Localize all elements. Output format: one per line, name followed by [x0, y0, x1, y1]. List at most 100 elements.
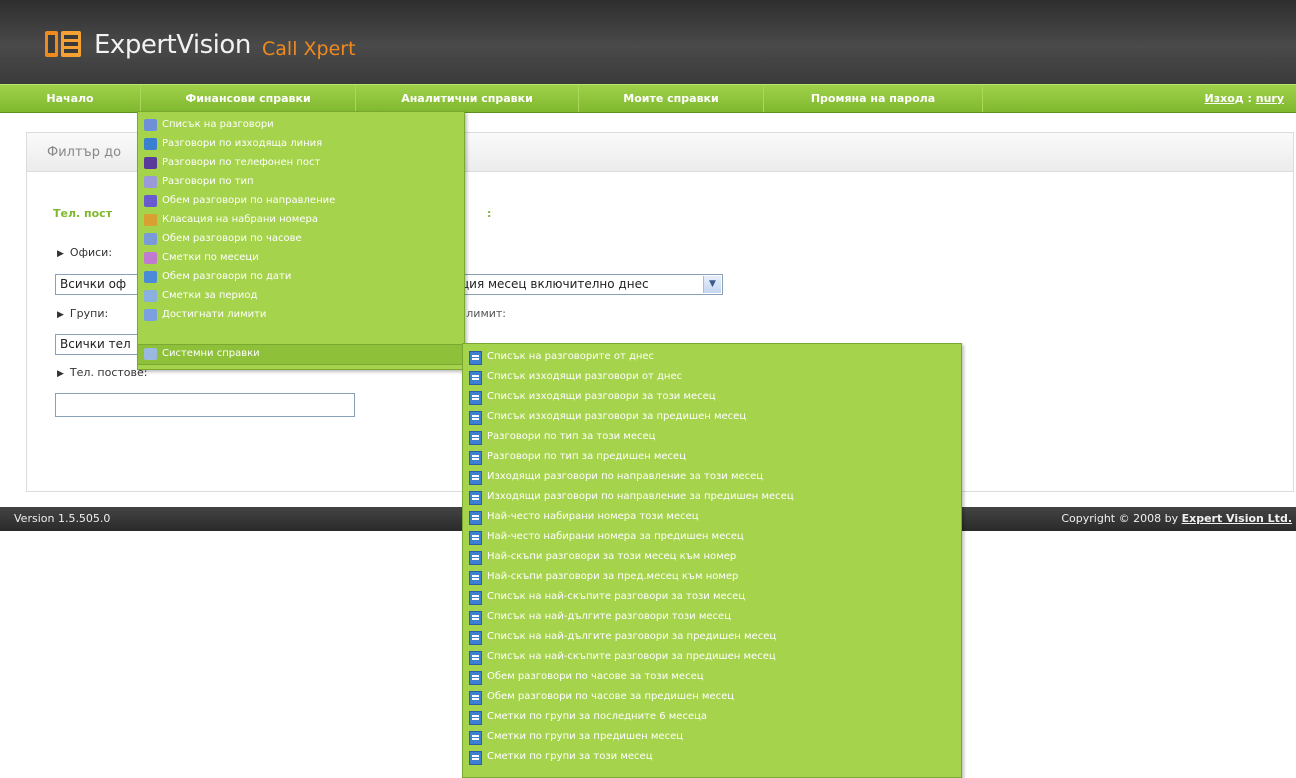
nav-my-reports[interactable]: Моите справки: [579, 85, 764, 112]
menu-item-by-type[interactable]: Разговори по тип: [138, 173, 464, 192]
menu-item-outgoing-line[interactable]: Разговори по изходяща линия: [138, 135, 464, 154]
submenu-item-label: Разговори по тип за този месец: [487, 431, 656, 442]
report-icon: [469, 751, 482, 765]
offices-label-text: Офиси:: [69, 246, 113, 259]
submenu-item[interactable]: Списък на най-дългите разговори за преди…: [463, 628, 961, 647]
submenu-item-label: Изходящи разговори по направление за тоз…: [487, 471, 764, 482]
menu-item-limits-reached[interactable]: Достигнати лимити: [138, 306, 464, 325]
groups-label-text: Групи:: [69, 307, 109, 320]
menu-item-label: Системни справки: [162, 348, 260, 359]
menu-item-by-direction[interactable]: Обем разговори по направление: [138, 192, 464, 211]
menu-item-label: Обем разговори по часове: [162, 233, 302, 244]
report-icon: [469, 691, 482, 705]
groups-label: ▶ Групи:: [57, 307, 108, 320]
report-icon: [469, 491, 482, 505]
submenu-item[interactable]: Обем разговори по часове за предишен мес…: [463, 688, 961, 707]
main-navbar: Начало Финансови справки Аналитични спра…: [0, 84, 1296, 113]
submenu-item[interactable]: Сметки по групи за последните 6 месеца: [463, 708, 961, 727]
filter-title: Филтър до: [47, 145, 122, 160]
menu-item-by-dates[interactable]: Обем разговори по дати: [138, 268, 464, 287]
period-icon: [144, 290, 157, 302]
submenu-item[interactable]: Списък на най-скъпите разговори за преди…: [463, 648, 961, 667]
submenu-item-label: Изходящи разговори по направление за пре…: [487, 491, 794, 502]
menu-item-by-hours[interactable]: Обем разговори по часове: [138, 230, 464, 249]
submenu-item[interactable]: Списък на най-скъпите разговори за този …: [463, 588, 961, 607]
offices-select-value: Всички оф: [60, 277, 127, 291]
submenu-item-label: Най-скъпи разговори за този месец към но…: [487, 551, 737, 562]
version-text: Version 1.5.505.0: [14, 512, 111, 525]
list-icon: [144, 119, 157, 131]
submenu-item[interactable]: Разговори по тип за този месец: [463, 428, 961, 447]
offices-label: ▶ Офиси:: [57, 246, 112, 259]
report-icon: [469, 351, 482, 365]
submenu-item[interactable]: Най-често набирани номера за предишен ме…: [463, 528, 961, 547]
limit-icon: [144, 309, 157, 321]
menu-item-label: Обем разговори по направление: [162, 195, 336, 206]
bullet-icon: ▶: [57, 249, 64, 259]
copyright-prefix: Copyright © 2008 by: [1061, 512, 1182, 525]
menu-item-label: Разговори по изходяща линия: [162, 138, 323, 149]
copyright-link[interactable]: Expert Vision Ltd.: [1182, 512, 1292, 525]
submenu-item[interactable]: Обем разговори по часове за този месец: [463, 668, 961, 687]
bullet-icon: ▶: [57, 369, 64, 379]
submenu-item-label: Списък на най-дългите разговори този мес…: [487, 611, 731, 622]
submenu-item[interactable]: Най-скъпи разговори за пред.месец към но…: [463, 568, 961, 587]
system-reports-submenu: Списък на разговорите от днес Списък изх…: [462, 343, 962, 778]
chevron-down-icon[interactable]: ▼: [703, 276, 721, 293]
submenu-item-label: Списък изходящи разговори от днес: [487, 371, 683, 382]
nav-financial-reports[interactable]: Финансови справки: [141, 85, 356, 112]
report-icon: [469, 651, 482, 665]
report-icon: [469, 511, 482, 525]
submenu-item[interactable]: Изходящи разговори по направление за пре…: [463, 488, 961, 507]
logout-label[interactable]: Изход: [1205, 92, 1244, 105]
logout-link[interactable]: Изход : nury: [1205, 85, 1284, 112]
menu-item-bills-period[interactable]: Сметки за период: [138, 287, 464, 306]
nav-home[interactable]: Начало: [0, 85, 141, 112]
submenu-item[interactable]: Най-често набирани номера този месец: [463, 508, 961, 527]
nav-analytical-reports[interactable]: Аналитични справки: [356, 85, 579, 112]
submenu-item[interactable]: Списък изходящи разговори от днес: [463, 368, 961, 387]
submenu-item[interactable]: Сметки по групи за предишен месец: [463, 728, 961, 747]
ranking-icon: [144, 214, 157, 226]
nav-change-password[interactable]: Промяна на парола: [764, 85, 983, 112]
report-icon: [469, 731, 482, 745]
report-icon: [469, 611, 482, 625]
system-icon: [144, 348, 157, 360]
submenu-item-label: Списък изходящи разговори за предишен ме…: [487, 411, 747, 422]
clock-chart-icon: [144, 233, 157, 245]
submenu-item[interactable]: Списък изходящи разговори за този месец: [463, 388, 961, 407]
report-icon: [469, 591, 482, 605]
submenu-item-label: Списък на най-дългите разговори за преди…: [487, 631, 777, 642]
submenu-item-label: Сметки по групи за този месец: [487, 751, 653, 762]
submenu-item-label: Списък на най-скъпите разговори за преди…: [487, 651, 776, 662]
submenu-item[interactable]: Най-скъпи разговори за този месец към но…: [463, 548, 961, 567]
submenu-item[interactable]: Разговори по тип за предишен месец: [463, 448, 961, 467]
phone-posts-input[interactable]: [55, 393, 355, 417]
report-icon: [469, 411, 482, 425]
submenu-item[interactable]: Списък изходящи разговори за предишен ме…: [463, 408, 961, 427]
menu-item-label: Разговори по телефонен пост: [162, 157, 321, 168]
submenu-item[interactable]: Списък на разговорите от днес: [463, 348, 961, 367]
report-icon: [469, 371, 482, 385]
menu-item-label: Сметки по месеци: [162, 252, 259, 263]
bar-chart-icon: [144, 138, 157, 150]
submenu-item[interactable]: Сметки по групи за този месец: [463, 748, 961, 767]
menu-item-dialed-ranking[interactable]: Класация на набрани номера: [138, 211, 464, 230]
submenu-item[interactable]: Изходящи разговори по направление за тоз…: [463, 468, 961, 487]
menu-item-phone-post[interactable]: Разговори по телефонен пост: [138, 154, 464, 173]
submenu-item[interactable]: Списък на най-дългите разговори този мес…: [463, 608, 961, 627]
menu-item-system-reports[interactable]: Системни справки: [138, 344, 464, 365]
submenu-item-label: Обем разговори по часове за предишен мес…: [487, 691, 735, 702]
report-icon: [469, 631, 482, 645]
phone-posts-label: ▶ Тел. постове:: [57, 366, 148, 379]
report-icon: [469, 711, 482, 725]
menu-item-calls-list[interactable]: Списък на разговори: [138, 116, 464, 135]
bar-chart-icon: [144, 195, 157, 207]
phone-line-title: Тел. пост:: [53, 207, 491, 220]
submenu-item-label: Сметки по групи за предишен месец: [487, 731, 684, 742]
period-select[interactable]: ция месец включително днес ▼: [457, 274, 723, 295]
menu-item-bills-by-month[interactable]: Сметки по месеци: [138, 249, 464, 268]
menu-item-label: Класация на набрани номера: [162, 214, 318, 225]
report-icon: [469, 571, 482, 585]
report-icon: [469, 551, 482, 565]
